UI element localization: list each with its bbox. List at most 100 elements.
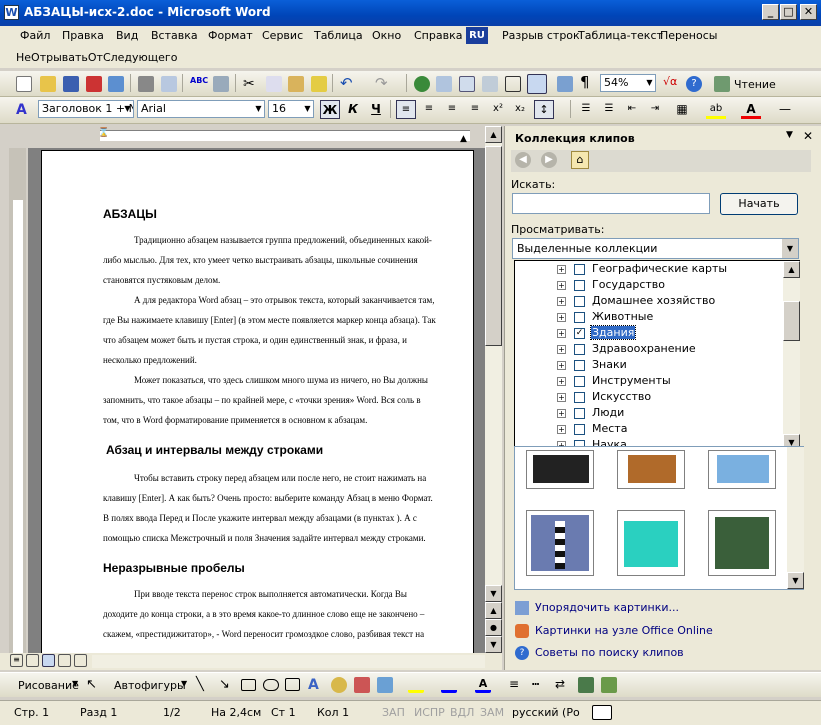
new-icon[interactable] xyxy=(16,76,32,92)
status-overtype[interactable]: ЗАМ xyxy=(480,706,504,719)
document-map-icon[interactable] xyxy=(557,76,573,92)
save-icon[interactable] xyxy=(63,76,79,92)
clip-thumbnail[interactable] xyxy=(708,510,776,576)
status-rec[interactable]: ЗАП xyxy=(382,706,405,719)
copy-icon[interactable] xyxy=(266,76,282,92)
show-formatting-icon[interactable]: ¶ xyxy=(580,73,596,91)
redo-icon[interactable]: ↷ xyxy=(375,74,391,92)
menu-line-break[interactable]: Разрыв строк xyxy=(502,29,580,42)
checkbox[interactable] xyxy=(574,408,585,419)
checkbox[interactable] xyxy=(574,376,585,387)
checkbox[interactable] xyxy=(574,312,585,323)
tree-item[interactable]: + Государство xyxy=(515,277,781,293)
style-combo[interactable]: Заголовок 1 + N ▼ xyxy=(38,100,134,118)
open-icon[interactable] xyxy=(40,76,56,92)
tree-scrollbar[interactable]: ▲ ▼ xyxy=(783,261,800,451)
arrow-icon[interactable]: ↘ xyxy=(219,677,235,693)
horizontal-line-icon[interactable]: — xyxy=(775,100,795,119)
menu-file[interactable]: Файл xyxy=(20,29,50,42)
expand-icon[interactable]: + xyxy=(557,425,566,434)
highlight-icon[interactable]: ab xyxy=(706,100,726,119)
line-style-icon[interactable]: ≡ xyxy=(509,677,525,693)
italic-button[interactable]: К xyxy=(343,100,363,119)
browse-dropdown[interactable]: Выделенные коллекции ▼ xyxy=(512,238,799,259)
scroll-down-icon[interactable]: ▼ xyxy=(485,585,502,602)
clip-thumbnail[interactable] xyxy=(617,510,685,576)
font-combo[interactable]: Arial ▼ xyxy=(137,100,265,118)
expand-icon[interactable]: + xyxy=(557,281,566,290)
expand-icon[interactable]: + xyxy=(557,409,566,418)
expand-icon[interactable]: + xyxy=(557,345,566,354)
search-input[interactable] xyxy=(512,193,710,214)
read-button[interactable]: Чтение xyxy=(734,78,776,91)
cut-icon[interactable]: ✂ xyxy=(243,76,259,92)
align-left-button[interactable]: ≡ xyxy=(396,100,416,119)
format-painter-icon[interactable] xyxy=(311,76,327,92)
scroll-up-icon[interactable]: ▲ xyxy=(485,126,502,143)
expand-icon[interactable]: + xyxy=(557,313,566,322)
menu-hyphenation[interactable]: Переносы xyxy=(660,29,717,42)
scroll-thumb[interactable] xyxy=(783,301,800,341)
checkbox[interactable] xyxy=(574,280,585,291)
tree-item[interactable]: + Домашнее хозяйство xyxy=(515,293,781,309)
select-browse-icon[interactable]: ● xyxy=(485,619,502,636)
tree-item[interactable]: + Инструменты xyxy=(515,373,781,389)
align-right-button[interactable]: ≡ xyxy=(442,100,462,119)
menu-table-to-text[interactable]: Таблица-текст xyxy=(578,29,663,42)
collections-tree[interactable]: + Географические карты + Государство + Домашн… xyxy=(514,260,800,452)
insert-excel-icon[interactable] xyxy=(482,76,498,92)
font-size-combo[interactable]: 16 ▼ xyxy=(268,100,314,118)
zoom-combo[interactable]: 54% ▼ xyxy=(600,74,656,92)
expand-icon[interactable]: + xyxy=(557,377,566,386)
hyperlink-icon[interactable] xyxy=(414,76,430,92)
menu-tools[interactable]: Сервис xyxy=(262,29,303,42)
maximize-button[interactable]: □ xyxy=(780,4,797,20)
status-extend[interactable]: ВДЛ xyxy=(450,706,474,719)
next-page-icon[interactable]: ▼ xyxy=(485,636,502,653)
draw-menu[interactable]: Рисование xyxy=(18,679,79,692)
picture-icon[interactable] xyxy=(377,677,393,693)
drawing-toggle-icon[interactable] xyxy=(527,74,547,94)
underline-button[interactable]: Ч xyxy=(366,100,386,119)
search-tips-link[interactable]: Советы по поиску клипов xyxy=(535,646,684,659)
tree-item[interactable]: + Места xyxy=(515,421,781,437)
oval-icon[interactable] xyxy=(263,679,279,691)
checkbox[interactable] xyxy=(574,360,585,371)
go-button[interactable]: Начать xyxy=(720,193,798,215)
bullets-icon[interactable]: ☰ xyxy=(599,100,619,119)
menu-window[interactable]: Окно xyxy=(372,29,401,42)
subscript-button[interactable]: x₂ xyxy=(510,100,530,119)
close-button[interactable]: ✕ xyxy=(800,4,817,20)
align-center-button[interactable]: ≡ xyxy=(419,100,439,119)
menu-format[interactable]: Формат xyxy=(208,29,253,42)
print-layout-icon[interactable] xyxy=(42,654,55,667)
shadow-icon[interactable] xyxy=(578,677,594,693)
font-color-icon[interactable]: A xyxy=(741,100,761,119)
styles-icon[interactable]: A xyxy=(16,102,32,118)
undo-icon[interactable]: ↶ xyxy=(340,74,356,92)
menu-edit[interactable]: Правка xyxy=(62,29,104,42)
autoshapes-menu[interactable]: Автофигуры xyxy=(114,679,186,692)
insert-table-icon[interactable] xyxy=(459,76,475,92)
expand-icon[interactable]: + xyxy=(557,265,566,274)
pane-close-icon[interactable]: ✕ xyxy=(803,129,813,143)
diagram-icon[interactable] xyxy=(331,677,347,693)
tree-item[interactable]: + Здравоохранение xyxy=(515,341,781,357)
forward-icon[interactable]: ▶ xyxy=(541,152,557,168)
home-icon[interactable]: ⌂ xyxy=(571,151,589,169)
read-icon[interactable] xyxy=(714,76,730,92)
permission-icon[interactable] xyxy=(86,76,102,92)
rectangle-icon[interactable] xyxy=(241,679,256,691)
3d-icon[interactable] xyxy=(601,677,617,693)
office-online-link[interactable]: Картинки на узле Office Online xyxy=(535,624,713,637)
superscript-button[interactable]: x² xyxy=(488,100,508,119)
checkbox[interactable] xyxy=(574,296,585,307)
numbering-icon[interactable]: ☰ xyxy=(576,100,596,119)
checkbox[interactable]: ✓ xyxy=(574,328,585,339)
indent-marker[interactable]: ⌛ xyxy=(98,128,109,138)
outline-view-icon[interactable] xyxy=(58,654,71,667)
right-indent-marker[interactable]: ▲ xyxy=(460,134,467,144)
checkbox[interactable] xyxy=(574,264,585,275)
chevron-down-icon[interactable]: ▼ xyxy=(782,239,798,258)
dash-style-icon[interactable]: ┅ xyxy=(532,677,548,693)
